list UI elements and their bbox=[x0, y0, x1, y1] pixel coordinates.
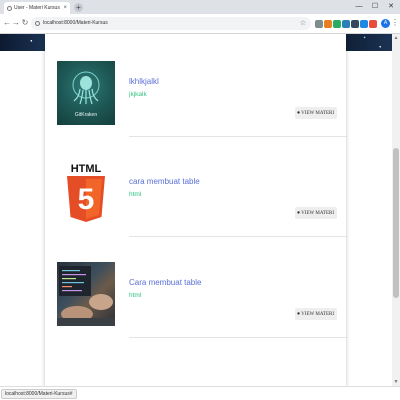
maximize-button[interactable]: ☐ bbox=[368, 0, 382, 14]
status-bar: localhost:8000/Materi-Kursus# bbox=[0, 386, 400, 400]
button-label: VIEW MATERI bbox=[301, 110, 334, 116]
address-bar[interactable]: localhost:8000/Materi-Kursus ☆ bbox=[31, 17, 311, 30]
course-title[interactable]: lkhlkjalkl bbox=[129, 77, 159, 86]
course-item: GitKraken lkhlkjalkl jkjkalk ● VIEW MATE… bbox=[57, 61, 348, 156]
tab-title: User - Materi Kursus bbox=[14, 5, 60, 11]
course-thumbnail: GitKraken bbox=[57, 61, 115, 125]
view-materi-button[interactable]: ● VIEW MATERI bbox=[294, 107, 337, 119]
course-thumbnail: HTML 5 bbox=[57, 161, 115, 225]
browser-tab-strip: User - Materi Kursus × + — ☐ ✕ bbox=[0, 0, 400, 14]
site-info-icon[interactable] bbox=[35, 20, 40, 26]
globe-icon bbox=[7, 5, 12, 11]
browser-menu-icon[interactable]: ⋮ bbox=[391, 18, 399, 27]
eye-icon: ● bbox=[296, 311, 301, 317]
divider bbox=[129, 337, 348, 338]
bookmark-star-icon[interactable]: ☆ bbox=[300, 17, 306, 30]
course-title[interactable]: Cara membuat table bbox=[129, 278, 201, 287]
browser-extension-icon[interactable] bbox=[342, 20, 350, 28]
url-text: localhost:8000/Materi-Kursus bbox=[43, 20, 108, 26]
hover-link-url: localhost:8000/Materi-Kursus# bbox=[1, 389, 77, 399]
course-title[interactable]: cara membuat table bbox=[129, 177, 200, 186]
profile-avatar[interactable]: A bbox=[381, 19, 390, 28]
browser-extension-icon[interactable] bbox=[315, 20, 323, 28]
button-label: VIEW MATERI bbox=[301, 210, 334, 216]
view-materi-button[interactable]: ● VIEW MATERI bbox=[294, 308, 337, 320]
browser-extension-icon[interactable] bbox=[324, 20, 332, 28]
course-category: jkjkalk bbox=[129, 91, 147, 98]
scroll-down-arrow-icon[interactable]: ▼ bbox=[392, 379, 400, 385]
laptop-coding-photo bbox=[57, 262, 115, 326]
button-label: VIEW MATERI bbox=[301, 311, 334, 317]
html-wordmark: HTML bbox=[71, 163, 102, 175]
browser-extension-icon[interactable] bbox=[360, 20, 368, 28]
view-materi-button[interactable]: ● VIEW MATERI bbox=[294, 207, 337, 219]
course-category: html bbox=[129, 191, 142, 198]
course-category: html bbox=[129, 292, 142, 299]
eye-icon: ● bbox=[296, 210, 301, 216]
browser-extension-icon[interactable] bbox=[333, 20, 341, 28]
scroll-up-arrow-icon[interactable]: ▲ bbox=[392, 35, 400, 41]
browser-extension-icon[interactable] bbox=[351, 20, 359, 28]
window-close-button[interactable]: ✕ bbox=[384, 0, 398, 14]
divider bbox=[129, 136, 348, 137]
course-item: Cara membuat table html ● VIEW MATERI bbox=[57, 262, 348, 357]
gitkraken-logo-image: GitKraken bbox=[57, 61, 115, 125]
reload-button[interactable]: ↻ bbox=[20, 18, 30, 28]
minimize-button[interactable]: — bbox=[352, 0, 366, 14]
browser-extension-icon[interactable] bbox=[369, 20, 377, 28]
divider bbox=[129, 236, 348, 237]
eye-icon: ● bbox=[296, 110, 301, 116]
course-list-card: GitKraken lkhlkjalkl jkjkalk ● VIEW MATE… bbox=[45, 34, 348, 386]
image-caption: GitKraken bbox=[74, 112, 98, 118]
course-thumbnail bbox=[57, 262, 115, 326]
scrollbar-thumb[interactable] bbox=[393, 148, 399, 298]
browser-toolbar: ← → ↻ localhost:8000/Materi-Kursus ☆ A ⋮ bbox=[0, 14, 400, 34]
new-tab-button[interactable]: + bbox=[74, 3, 83, 12]
browser-tab[interactable]: User - Materi Kursus × bbox=[4, 2, 70, 14]
course-item: HTML 5 cara membuat table html ● VIEW MA… bbox=[57, 161, 348, 256]
html5-number: 5 bbox=[78, 183, 95, 216]
vertical-scrollbar[interactable]: ▲ ▼ bbox=[392, 34, 400, 386]
close-tab-icon[interactable]: × bbox=[63, 2, 67, 14]
page-viewport: GitKraken lkhlkjalkl jkjkalk ● VIEW MATE… bbox=[0, 34, 392, 386]
html5-logo-image: HTML 5 bbox=[57, 161, 115, 225]
